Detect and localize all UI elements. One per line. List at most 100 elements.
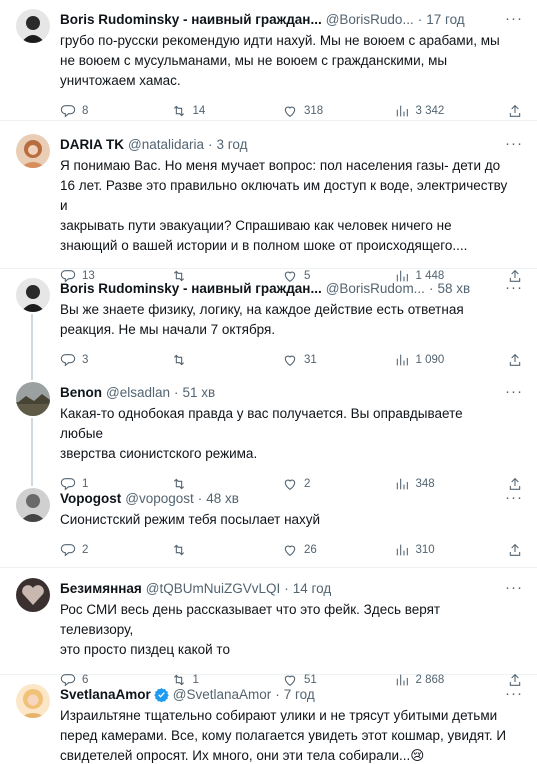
retweet-icon (173, 105, 184, 117)
share-button[interactable] (507, 103, 523, 119)
more-icon[interactable]: ··· (505, 488, 523, 508)
tweet[interactable]: Benon @elsadlan · 51 хв ··· Какая-то одн… (0, 374, 537, 491)
thread-line (31, 314, 33, 374)
separator-dot: · (417, 11, 423, 27)
tweet-text: Рос СМИ весь день рассказывает что это ф… (60, 602, 441, 657)
reply-count: 8 (82, 105, 89, 117)
reply-icon (60, 544, 76, 557)
retweet-icon (173, 354, 184, 366)
timestamp[interactable]: 3 год (217, 137, 248, 152)
like-count: 26 (304, 544, 317, 556)
more-icon[interactable]: ··· (505, 134, 523, 154)
separator-dot: · (208, 136, 213, 152)
tweet-header: Boris Rudominsky - наивный граждан... @B… (60, 278, 525, 298)
share-button[interactable] (507, 352, 523, 368)
views-count: 1 090 (415, 354, 445, 366)
timestamp[interactable]: 7 год (284, 687, 315, 702)
tweet-header: DARIA TK @natalidaria · 3 год (60, 134, 525, 154)
like-icon (284, 355, 296, 366)
action-bar: 2 26 310 (60, 534, 525, 566)
more-icon[interactable]: ··· (505, 9, 523, 29)
separator-dot: · (275, 686, 280, 702)
author-name[interactable]: DARIA TK (60, 137, 124, 152)
separator-dot: · (197, 490, 203, 506)
tweet-text: Вы же знаете физику, логику, на каждое д… (60, 302, 464, 337)
views-icon (396, 354, 408, 366)
reply-count: 3 (82, 354, 89, 366)
author-handle[interactable]: @SvetlanaAmor (173, 687, 272, 702)
retweet-button[interactable]: 14 (171, 103, 283, 119)
like-icon (284, 106, 296, 117)
author-name[interactable]: Benon (60, 385, 102, 400)
action-bar: 3 31 1 090 (60, 344, 525, 376)
tweet-text: Сионистский режим тебя посылает нахуй (60, 512, 321, 527)
author-name[interactable]: SvetlanaAmor (60, 687, 151, 702)
avatar[interactable] (16, 488, 50, 522)
retweet-button[interactable] (171, 542, 283, 558)
tweet-header: Benon @elsadlan · 51 хв (60, 382, 525, 402)
thread-line (31, 418, 33, 480)
timestamp[interactable]: 14 год (293, 581, 331, 596)
author-handle[interactable]: @tQBUmNuiZGVvLQI (146, 581, 280, 596)
views-icon (396, 105, 408, 117)
more-icon[interactable]: ··· (505, 382, 523, 402)
avatar[interactable] (16, 578, 50, 612)
retweet-button[interactable] (171, 352, 283, 368)
tweet[interactable]: Vopogost @vopogost · 48 хв ··· Сионистск… (0, 480, 537, 568)
timestamp[interactable]: 17 год (426, 12, 464, 27)
timestamp[interactable]: 58 хв (437, 281, 470, 296)
reply-button[interactable]: 3 (60, 352, 171, 368)
tweet[interactable]: Boris Rudominsky - наивный граждан... @B… (0, 269, 537, 374)
like-count: 318 (304, 105, 324, 117)
views-button[interactable]: 3 342 (394, 103, 508, 119)
reply-button[interactable]: 2 (60, 542, 171, 558)
avatar[interactable] (16, 382, 50, 416)
more-icon[interactable]: ··· (505, 278, 523, 298)
more-icon[interactable]: ··· (505, 684, 523, 704)
more-icon[interactable]: ··· (505, 578, 523, 598)
avatar[interactable] (16, 9, 50, 43)
tweet-header: SvetlanaAmor @SvetlanaAmor · 7 год (60, 684, 525, 704)
author-handle[interactable]: @vopogost (125, 491, 194, 506)
reply-icon (60, 354, 76, 367)
tweet-text: Я понимаю Вас. Но меня мучает вопрос: по… (60, 158, 508, 253)
author-name[interactable]: Безимянная (60, 581, 142, 596)
avatar[interactable] (16, 134, 50, 168)
views-button[interactable]: 310 (394, 542, 508, 558)
views-button[interactable]: 1 090 (394, 352, 508, 368)
author-handle[interactable]: @elsadlan (106, 385, 170, 400)
tweet-header: Boris Rudominsky - наивный граждан... @B… (60, 9, 525, 29)
tweet-text: Какая-то однобокая правда у вас получает… (60, 406, 463, 461)
author-name[interactable]: Boris Rudominsky - наивный граждан... (60, 281, 322, 296)
share-icon (509, 353, 521, 366)
tweet-text: грубо по-русски рекомендую идти нахуй. М… (60, 33, 500, 88)
like-button[interactable]: 318 (282, 103, 394, 119)
author-handle[interactable]: @BorisRudom... (326, 281, 425, 296)
like-count: 31 (304, 354, 317, 366)
reply-button[interactable]: 8 (60, 103, 171, 119)
thread-line (31, 480, 33, 486)
author-name[interactable]: Boris Rudominsky - наивный граждан... (60, 12, 322, 27)
author-handle[interactable]: @BorisRudo... (326, 12, 414, 27)
tweet-header: Безимянная @tQBUmNuiZGVvLQI · 14 год (60, 578, 525, 598)
tweet-text: Израильтяне тщательно собирают улики и н… (60, 708, 507, 763)
avatar[interactable] (16, 278, 50, 312)
reply-icon (60, 105, 76, 118)
share-icon (509, 104, 521, 117)
reply-count: 2 (82, 544, 89, 556)
share-button[interactable] (507, 542, 523, 558)
timestamp[interactable]: 51 хв (183, 385, 216, 400)
tweet[interactable]: Безимянная @tQBUmNuiZGVvLQI · 14 год ···… (0, 568, 537, 687)
tweet[interactable]: DARIA TK @natalidaria · 3 год ··· Я пони… (0, 121, 537, 283)
tweet[interactable]: SvetlanaAmor @SvetlanaAmor · 7 год ··· И… (0, 675, 537, 764)
thread-line (31, 374, 33, 380)
tweet[interactable]: Boris Rudominsky - наивный граждан... @B… (0, 0, 537, 121)
views-count: 310 (415, 544, 435, 556)
like-button[interactable]: 31 (282, 352, 394, 368)
tweet-feed: Boris Rudominsky - наивный граждан... @B… (0, 0, 537, 764)
timestamp[interactable]: 48 хв (206, 491, 239, 506)
author-handle[interactable]: @natalidaria (128, 137, 204, 152)
avatar[interactable] (16, 684, 50, 718)
author-name[interactable]: Vopogost (60, 491, 121, 506)
like-button[interactable]: 26 (282, 542, 394, 558)
